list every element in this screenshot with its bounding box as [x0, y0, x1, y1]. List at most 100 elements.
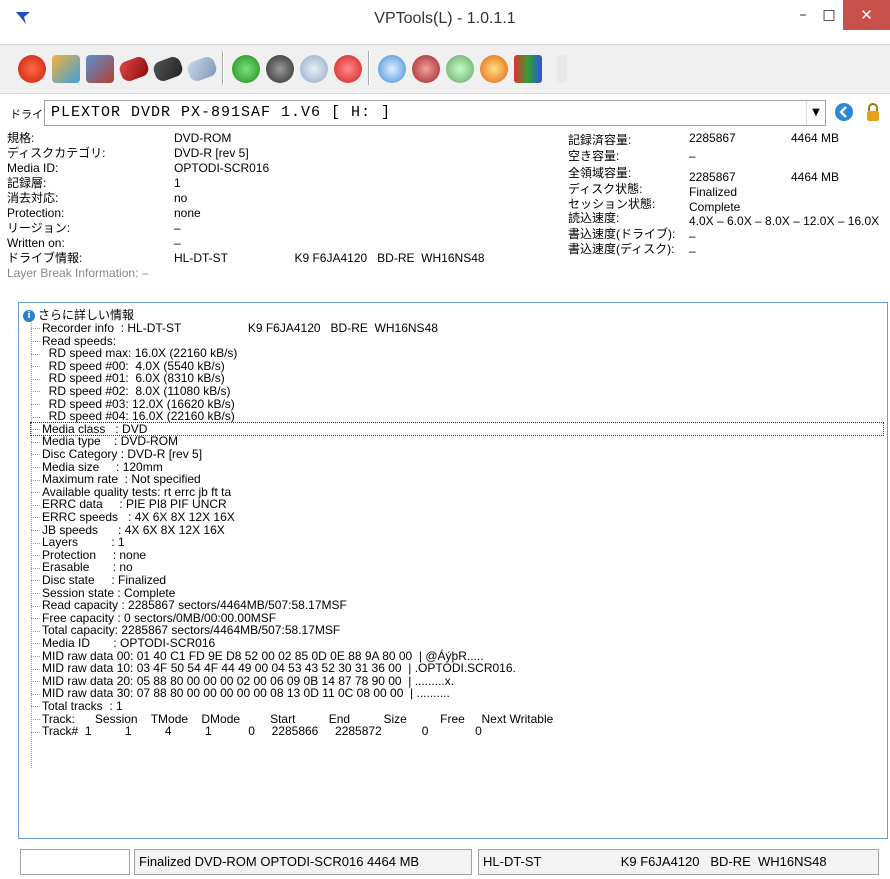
tree-connector: [31, 391, 40, 393]
tree-connector: [31, 706, 40, 708]
tree-connector: [31, 718, 40, 720]
chevron-down-icon[interactable]: ▼: [806, 101, 825, 125]
drive-value: PLEXTOR DVDR PX-891SAF 1.V6 [ H: ]: [51, 104, 392, 121]
disc-stack-icon[interactable]: [412, 55, 440, 83]
tree-connector: [31, 542, 40, 544]
write-speed-disc-label: 書込速度(ディスク):: [568, 242, 675, 256]
tree-connector: [31, 416, 40, 418]
disc-category-label: ディスクカテゴリ:: [7, 146, 106, 160]
tree-connector: [31, 378, 40, 380]
details-tree[interactable]: i さらに詳しい情報 Recorder info : HL-DT-ST K9 F6…: [18, 302, 888, 839]
tree-connector: [31, 454, 40, 456]
total-capacity-value: 2285867: [689, 170, 736, 184]
tree-connector: [31, 328, 40, 330]
fire-icon[interactable]: [480, 55, 508, 83]
refresh-drive-button[interactable]: [832, 100, 856, 124]
pin-icon[interactable]: [557, 55, 567, 83]
write-speed-disc-value: –: [689, 244, 696, 258]
tree-connector: [31, 403, 40, 405]
tree-connector: [31, 517, 40, 519]
tree-connector: [31, 366, 40, 368]
close-button[interactable]: ✕: [843, 0, 890, 30]
read-speed-label: 読込速度:: [568, 211, 620, 225]
drive-info-value: HL-DT-ST K9 F6JA4120 BD-RE WH16NS48: [174, 251, 485, 265]
black-disc-icon[interactable]: [151, 54, 185, 84]
free-capacity-value: –: [689, 149, 696, 163]
lock-icon[interactable]: [862, 100, 884, 124]
status-bar: Finalized DVD-ROM OPTODI-SCR016 4464 MB …: [14, 849, 890, 875]
session-state-label: セッション状態:: [568, 197, 656, 211]
written-on-value: –: [174, 236, 181, 250]
status-disc-summary: Finalized DVD-ROM OPTODI-SCR016 4464 MB: [134, 849, 472, 875]
tree-connector: [31, 605, 40, 607]
drive-bar: ドライブ: PLEXTOR DVDR PX-891SAF 1.V6 [ H: ]…: [6, 98, 890, 128]
disc-state-label: ディスク状態:: [568, 182, 643, 196]
layers-value: 1: [174, 176, 181, 190]
written-on-label: Written on:: [7, 236, 65, 250]
tree-connector: [31, 580, 40, 582]
recorded-capacity-label: 記録済容量:: [568, 133, 632, 147]
disc-info-icon[interactable]: [300, 55, 328, 83]
read-speed-value: 4.0X – 6.0X – 8.0X – 12.0X – 16.0X: [689, 214, 880, 228]
tree-connector: [31, 681, 40, 683]
disc-state-value: Finalized: [689, 185, 738, 199]
total-capacity-mb: 4464 MB: [791, 170, 840, 184]
tree-connector: [31, 731, 40, 733]
burn-icon[interactable]: [266, 55, 294, 83]
total-capacity-label: 全領域容量:: [568, 166, 632, 180]
recorded-capacity-mb: 4464 MB: [791, 131, 840, 145]
drive-select[interactable]: PLEXTOR DVDR PX-891SAF 1.V6 [ H: ] ▼: [44, 100, 826, 126]
tree-connector: [31, 693, 40, 695]
title-bar: VPTools(L) - 1.0.1.1 – □ ✕: [0, 0, 890, 37]
window-title: VPTools(L) - 1.0.1.1: [374, 10, 516, 27]
tree-connector: [31, 630, 40, 632]
tree-connector: [31, 529, 40, 531]
disc-info-panel: 規格: DVD-ROM ディスクカテゴリ: DVD-R [rev 5] Medi…: [7, 130, 887, 295]
info-icon: i: [23, 309, 35, 322]
recorded-capacity-value: 2285867: [689, 131, 736, 145]
wrench-icon[interactable]: [52, 55, 80, 83]
tree-connector: [31, 592, 40, 594]
write-speed-drive-value: –: [689, 229, 696, 243]
tree-root-label: さらに詳しい情報: [38, 308, 135, 322]
power-icon[interactable]: [18, 55, 46, 83]
stop-icon[interactable]: [334, 55, 362, 83]
protection-label: Protection:: [7, 206, 65, 220]
tree-item-text: Track# 1 1 4 1 0 2285866 2285872 0 0: [42, 724, 482, 739]
tree-connector: [31, 655, 40, 657]
toolbar: [0, 44, 890, 94]
tree-connector: [31, 479, 40, 481]
tree-connector: [31, 668, 40, 670]
tree-connector: [31, 340, 40, 342]
write-image-icon[interactable]: [86, 55, 114, 83]
media-id-label: Media ID:: [7, 161, 59, 175]
layers-label: 記録層:: [7, 176, 47, 190]
session-state-value: Complete: [689, 200, 741, 214]
tree-item[interactable]: Track# 1 1 4 1 0 2285866 2285872 0 0: [31, 725, 482, 738]
tree-connector: [31, 466, 40, 468]
maximize-button[interactable]: □: [812, 0, 846, 30]
refresh-icon[interactable]: [232, 55, 260, 83]
optical-icon[interactable]: [378, 55, 406, 83]
tree-connector: [31, 441, 40, 443]
disc-copy-icon[interactable]: [185, 54, 219, 84]
red-disc-icon[interactable]: [117, 54, 151, 84]
spec-value: DVD-ROM: [174, 131, 232, 145]
erasable-label: 消去対応:: [7, 191, 59, 205]
drive-info-label: ドライブ情報:: [7, 251, 83, 265]
tree-connector: [31, 504, 40, 506]
disc-category-value: DVD-R [rev 5]: [174, 146, 249, 160]
tree-connector: [31, 555, 40, 557]
tree-connector: [31, 643, 40, 645]
tree-connector: [31, 353, 40, 355]
toolbar-separator: [368, 51, 370, 85]
tree-connector: [31, 429, 40, 431]
toolbar-separator: [222, 51, 224, 85]
region-value: –: [174, 221, 181, 235]
media-id-value: OPTODI-SCR016: [174, 161, 270, 175]
status-drive-info: HL-DT-ST K9 F6JA4120 BD-RE WH16NS48: [478, 849, 879, 875]
region-label: リージョン:: [7, 221, 71, 235]
chart-icon[interactable]: [514, 55, 542, 83]
tree-connector: [31, 492, 40, 494]
disc-gear-icon[interactable]: [446, 55, 474, 83]
